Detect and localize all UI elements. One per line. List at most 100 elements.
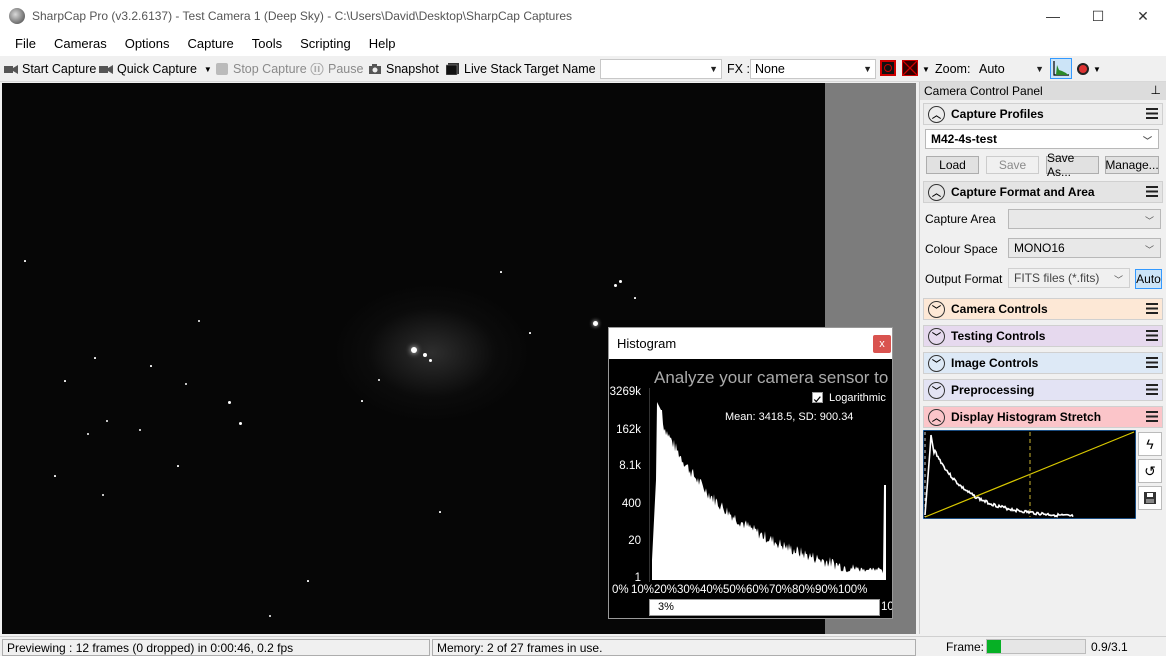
chevron-down-icon: ﹀: [1142, 136, 1152, 146]
maximize-button[interactable]: ☐: [1075, 0, 1121, 32]
section-capture-profiles[interactable]: ︿ Capture Profiles: [923, 103, 1163, 125]
range-high-label: 100: [881, 601, 892, 613]
output-format-label: Output Format: [925, 272, 1003, 286]
histogram-close-button[interactable]: x: [873, 335, 891, 353]
menu-scripting[interactable]: Scripting: [291, 32, 360, 56]
fx-value: None: [755, 62, 785, 76]
start-capture-button[interactable]: Start Capture: [4, 60, 96, 78]
hamburger-menu-icon[interactable]: [1146, 303, 1158, 314]
star: [64, 380, 66, 382]
star: [307, 580, 309, 582]
dropdown-arrow-icon: ▼: [1093, 64, 1101, 74]
x-tick-label: 0%: [612, 584, 629, 596]
hamburger-menu-icon[interactable]: [1146, 186, 1158, 197]
snapshot-icon: [369, 64, 381, 74]
floppy-disk-icon: [1144, 492, 1156, 504]
pause-button[interactable]: Pause: [310, 60, 363, 78]
star: [94, 357, 96, 359]
star: [87, 433, 89, 435]
x-tick-label: 10%: [631, 584, 655, 596]
camera-icon: [99, 65, 113, 74]
section-display-histogram-stretch[interactable]: ︿ Display Histogram Stretch: [923, 406, 1163, 428]
section-preprocessing[interactable]: ﹀ Preprocessing: [923, 379, 1163, 401]
window-title: SharpCap Pro (v3.2.6137) - Test Camera 1…: [32, 9, 573, 23]
section-image-controls[interactable]: ﹀ Image Controls: [923, 352, 1163, 374]
save-as-button[interactable]: Save As...: [1046, 151, 1099, 179]
histogram-plot[interactable]: [649, 388, 889, 582]
zoom-combo[interactable]: Auto ▼: [974, 59, 1048, 79]
reset-stretch-button[interactable]: ↺: [1138, 459, 1162, 483]
menu-file[interactable]: File: [6, 32, 45, 56]
reticle-circle-icon[interactable]: [880, 60, 896, 76]
histogram-icon: [1053, 61, 1069, 76]
stop-capture-label: Stop Capture: [233, 62, 307, 76]
histogram-banner[interactable]: Analyze your camera sensor to: [654, 368, 892, 388]
minimize-button[interactable]: —: [1030, 0, 1076, 32]
zoom-tool-button[interactable]: ▼: [1077, 60, 1101, 78]
hamburger-menu-icon[interactable]: [1146, 411, 1158, 422]
section-title: Image Controls: [951, 356, 1039, 370]
star: [619, 280, 622, 283]
status-bar: Previewing : 12 frames (0 dropped) in 0:…: [0, 636, 1166, 656]
live-stack-button[interactable]: Live Stack: [446, 60, 522, 78]
hamburger-menu-icon[interactable]: [1146, 108, 1158, 119]
collapse-icon: ︿: [928, 105, 945, 123]
histogram-window[interactable]: Histogram x Analyze your camera sensor t…: [608, 327, 893, 619]
section-title: Capture Format and Area: [951, 185, 1095, 199]
x-tick-label: 90%: [815, 584, 839, 596]
collapse-icon: ︿: [928, 183, 945, 201]
quick-capture-button[interactable]: Quick Capture ▼: [99, 60, 212, 78]
colour-space-select[interactable]: MONO16 ﹀: [1008, 238, 1161, 258]
chevron-down-icon: ▼: [1035, 64, 1044, 74]
stretch-histogram-graph[interactable]: [923, 430, 1136, 519]
target-name-combo[interactable]: ▼: [600, 59, 722, 79]
stop-capture-button[interactable]: Stop Capture: [215, 60, 307, 78]
output-format-select[interactable]: FITS files (*.fits) ﹀: [1008, 268, 1130, 288]
dropdown-arrow-icon[interactable]: ▼: [204, 65, 212, 74]
colour-space-label: Colour Space: [925, 242, 998, 256]
menu-tools[interactable]: Tools: [243, 32, 291, 56]
histogram-range-bar[interactable]: 3%: [649, 599, 880, 616]
output-format-value: FITS files (*.fits): [1014, 271, 1100, 285]
reticle-cross-icon[interactable]: [902, 60, 918, 76]
dropdown-arrow-icon[interactable]: ▼: [922, 60, 930, 78]
x-tick-label: 40%: [700, 584, 724, 596]
section-capture-format[interactable]: ︿ Capture Format and Area: [923, 181, 1163, 203]
menu-options[interactable]: Options: [116, 32, 179, 56]
expand-icon: ﹀: [928, 381, 945, 399]
capture-profile-select[interactable]: M42-4s-test ﹀: [925, 129, 1159, 149]
snapshot-button[interactable]: Snapshot: [368, 60, 439, 78]
pause-label: Pause: [328, 62, 364, 76]
close-button[interactable]: ✕: [1120, 0, 1166, 32]
auto-button[interactable]: Auto: [1135, 269, 1162, 289]
histogram-title-bar[interactable]: Histogram x: [609, 328, 892, 359]
star: [102, 494, 104, 496]
menu-cameras[interactable]: Cameras: [45, 32, 116, 56]
star: [378, 379, 380, 381]
save-button[interactable]: Save: [986, 156, 1039, 174]
snapshot-label: Snapshot: [386, 62, 439, 76]
menu-help[interactable]: Help: [360, 32, 405, 56]
manage-button[interactable]: Manage...: [1105, 156, 1159, 174]
auto-stretch-button[interactable]: ϟ: [1138, 432, 1162, 456]
hamburger-menu-icon[interactable]: [1146, 357, 1158, 368]
section-camera-controls[interactable]: ﹀ Camera Controls: [923, 298, 1163, 320]
star: [634, 297, 636, 299]
magnifier-icon: [1077, 63, 1089, 75]
hamburger-menu-icon[interactable]: [1146, 384, 1158, 395]
section-title: Display Histogram Stretch: [951, 410, 1102, 424]
star: [54, 475, 56, 477]
hamburger-menu-icon[interactable]: [1146, 330, 1158, 341]
star: [593, 321, 598, 326]
star: [429, 359, 432, 362]
histogram-toggle-button[interactable]: [1050, 58, 1072, 79]
star: [361, 400, 363, 402]
zoom-label: Zoom:: [935, 62, 971, 76]
save-stretch-button[interactable]: [1138, 486, 1162, 510]
fx-combo[interactable]: None ▼: [750, 59, 876, 79]
load-button[interactable]: Load: [926, 156, 979, 174]
section-testing-controls[interactable]: ﹀ Testing Controls: [923, 325, 1163, 347]
pin-icon[interactable]: ⊥: [1151, 83, 1161, 97]
capture-area-select[interactable]: ﹀: [1008, 209, 1161, 229]
menu-capture[interactable]: Capture: [179, 32, 243, 56]
